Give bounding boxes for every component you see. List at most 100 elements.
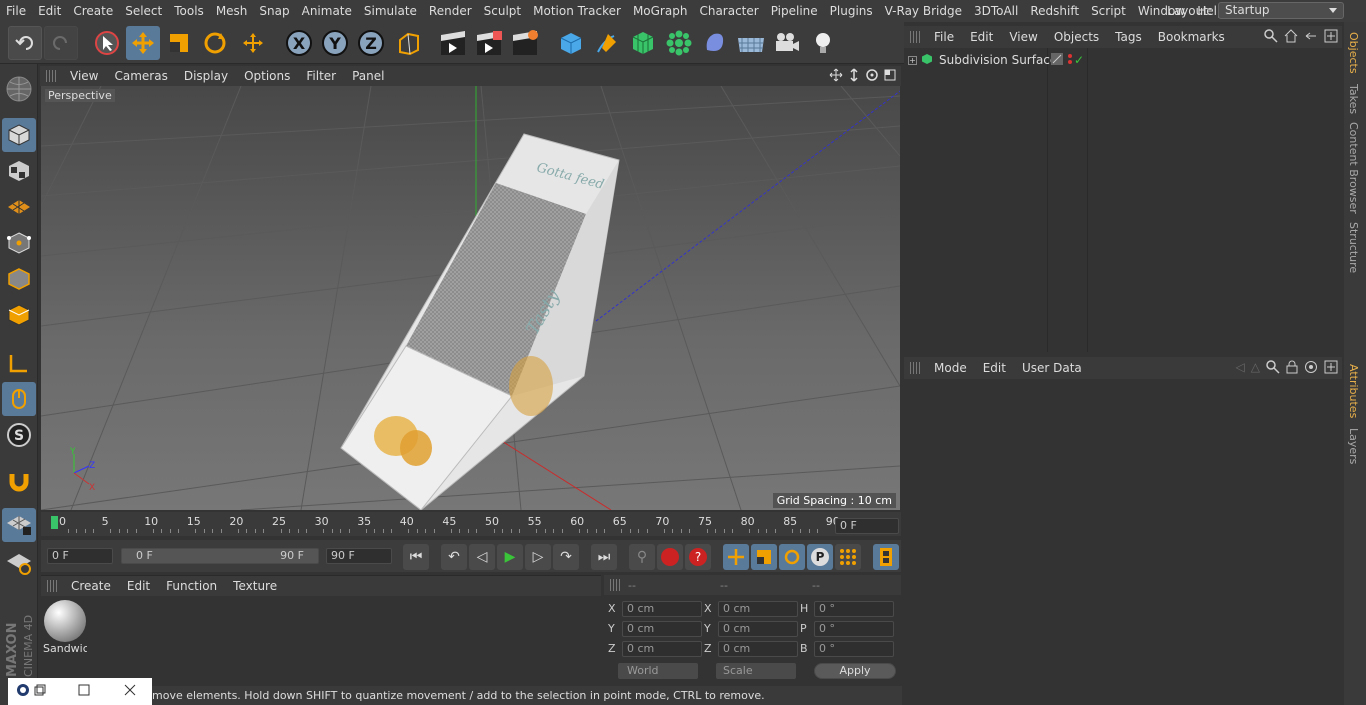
current-frame-field[interactable]: 0 F xyxy=(835,518,899,534)
point-level-animation-icon[interactable] xyxy=(835,544,861,570)
coord-field[interactable]: 0 cm xyxy=(718,621,798,637)
go-to-start-icon[interactable]: ⏮ xyxy=(403,544,429,570)
pan-view-icon[interactable] xyxy=(829,68,843,85)
menu-file[interactable]: File xyxy=(0,0,32,22)
cloner-icon[interactable] xyxy=(662,26,696,60)
panel-grip[interactable] xyxy=(610,579,620,591)
coord-field[interactable]: 0 ° xyxy=(814,641,894,657)
coord-field[interactable]: 0 cm xyxy=(622,621,702,637)
object-name[interactable]: Subdivision Surface xyxy=(939,53,1057,67)
menu-edit[interactable]: Edit xyxy=(32,0,67,22)
parameter-key-icon[interactable]: P xyxy=(807,544,833,570)
apply-button[interactable]: Apply xyxy=(814,663,896,679)
attribute-menu-mode[interactable]: Mode xyxy=(926,361,975,375)
maximize-view-icon[interactable] xyxy=(883,68,897,85)
points-mode-icon[interactable] xyxy=(2,226,36,260)
menu-mesh[interactable]: Mesh xyxy=(210,0,254,22)
keyframe-selection-icon[interactable]: ? xyxy=(685,544,711,570)
material-menu-texture[interactable]: Texture xyxy=(225,579,285,593)
subdivision-icon[interactable] xyxy=(626,26,660,60)
object-menu-bookmarks[interactable]: Bookmarks xyxy=(1150,30,1233,44)
attribute-menu-edit[interactable]: Edit xyxy=(975,361,1014,375)
menu-character[interactable]: Character xyxy=(693,0,764,22)
viewport-menu-view[interactable]: View xyxy=(62,66,106,86)
x-axis-icon[interactable]: X xyxy=(282,26,316,60)
arrow-up-icon[interactable]: △ xyxy=(1251,360,1260,377)
axis-mode-icon[interactable] xyxy=(2,346,36,380)
restore-icon[interactable] xyxy=(34,684,46,699)
timeline-window-icon[interactable] xyxy=(873,544,899,570)
deformer-icon[interactable] xyxy=(698,26,732,60)
arrow-left-icon[interactable]: ◁ xyxy=(1236,360,1245,377)
tab-takes[interactable]: Takes xyxy=(1347,84,1360,114)
menu-tools[interactable]: Tools xyxy=(168,0,210,22)
rotation-key-icon[interactable] xyxy=(779,544,805,570)
tab-layers[interactable]: Layers xyxy=(1347,428,1360,464)
rotate-view-icon[interactable] xyxy=(865,68,879,85)
home-icon[interactable] xyxy=(1284,29,1298,46)
coord-field[interactable]: 0 cm xyxy=(718,641,798,657)
menu-script[interactable]: Script xyxy=(1085,0,1132,22)
size-mode-select[interactable]: Scale xyxy=(716,663,796,679)
material-menu-function[interactable]: Function xyxy=(158,579,225,593)
tab-attributes[interactable]: Attributes xyxy=(1347,364,1360,418)
tab-structure[interactable]: Structure xyxy=(1347,222,1360,273)
y-axis-icon[interactable]: Y xyxy=(318,26,352,60)
menu-mograph[interactable]: MoGraph xyxy=(627,0,694,22)
coord-field[interactable]: 0 cm xyxy=(718,601,798,617)
viewport-menu-options[interactable]: Options xyxy=(236,66,298,86)
menu-plugins[interactable]: Plugins xyxy=(824,0,879,22)
next-frame-icon[interactable]: ▷ xyxy=(525,544,551,570)
coord-field[interactable]: 0 cm xyxy=(622,641,702,657)
object-menu-edit[interactable]: Edit xyxy=(962,30,1001,44)
viewport-menu-cameras[interactable]: Cameras xyxy=(106,66,175,86)
menu-snap[interactable]: Snap xyxy=(253,0,295,22)
object-row-subdivision-surface[interactable]: + Subdivision Surface ✓ xyxy=(904,50,1342,70)
object-menu-view[interactable]: View xyxy=(1001,30,1045,44)
enabled-check-icon[interactable]: ✓ xyxy=(1074,53,1084,67)
redo-icon[interactable] xyxy=(44,26,78,60)
undo-icon[interactable] xyxy=(8,26,42,60)
sandwich-box-model[interactable]: Gotta feed Tasty xyxy=(340,133,620,510)
coord-field[interactable]: 0 cm xyxy=(622,601,702,617)
sphere-mode-icon[interactable] xyxy=(2,72,36,106)
panel-grip[interactable] xyxy=(910,362,920,374)
cube-icon[interactable] xyxy=(554,26,588,60)
position-key-icon[interactable] xyxy=(723,544,749,570)
polygons-mode-icon[interactable] xyxy=(2,298,36,332)
scale-key-icon[interactable] xyxy=(751,544,777,570)
menu-simulate[interactable]: Simulate xyxy=(358,0,423,22)
light-icon[interactable] xyxy=(806,26,840,60)
target-icon[interactable] xyxy=(1304,360,1318,377)
timeline-ruler[interactable]: 0 5 10 15 20 25 30 35 40 45 50 55 60 65 70 75 80 85 90 0 F xyxy=(41,512,901,536)
layout-select[interactable]: Startup xyxy=(1218,2,1344,19)
coordinate-system-icon[interactable] xyxy=(392,26,426,60)
start-frame-field[interactable]: 0 F xyxy=(47,548,113,564)
record-keys-icon[interactable]: ⚲ xyxy=(629,544,655,570)
transform-icon[interactable] xyxy=(236,26,270,60)
end-frame-field[interactable]: 90 F xyxy=(326,548,392,564)
menu-motion-tracker[interactable]: Motion Tracker xyxy=(527,0,627,22)
select-icon[interactable] xyxy=(90,26,124,60)
go-to-end-icon[interactable]: ⏭ xyxy=(591,544,617,570)
coord-field[interactable]: 0 ° xyxy=(814,601,894,617)
render-settings-icon[interactable] xyxy=(508,26,542,60)
layer-icon[interactable] xyxy=(1051,52,1063,68)
autokeying-icon[interactable] xyxy=(657,544,683,570)
camera-icon[interactable] xyxy=(770,26,804,60)
menu-vray-bridge[interactable]: V-Ray Bridge xyxy=(879,0,968,22)
play-icon[interactable]: ▶ xyxy=(497,544,523,570)
close-icon[interactable] xyxy=(124,684,136,699)
menu-sculpt[interactable]: Sculpt xyxy=(478,0,527,22)
render-picture-viewer-icon[interactable] xyxy=(472,26,506,60)
edges-mode-icon[interactable] xyxy=(2,262,36,296)
new-view-icon[interactable] xyxy=(1324,360,1338,377)
previous-frame-icon[interactable]: ◁ xyxy=(469,544,495,570)
pen-icon[interactable] xyxy=(590,26,624,60)
panel-grip[interactable] xyxy=(910,31,920,43)
model-mode-icon[interactable] xyxy=(2,118,36,152)
new-view-icon[interactable] xyxy=(1324,29,1338,46)
texture-mode-icon[interactable] xyxy=(2,154,36,188)
3d-viewport[interactable]: Gotta feed Tasty Y Z X xyxy=(41,86,900,510)
z-axis-icon[interactable]: Z xyxy=(354,26,388,60)
